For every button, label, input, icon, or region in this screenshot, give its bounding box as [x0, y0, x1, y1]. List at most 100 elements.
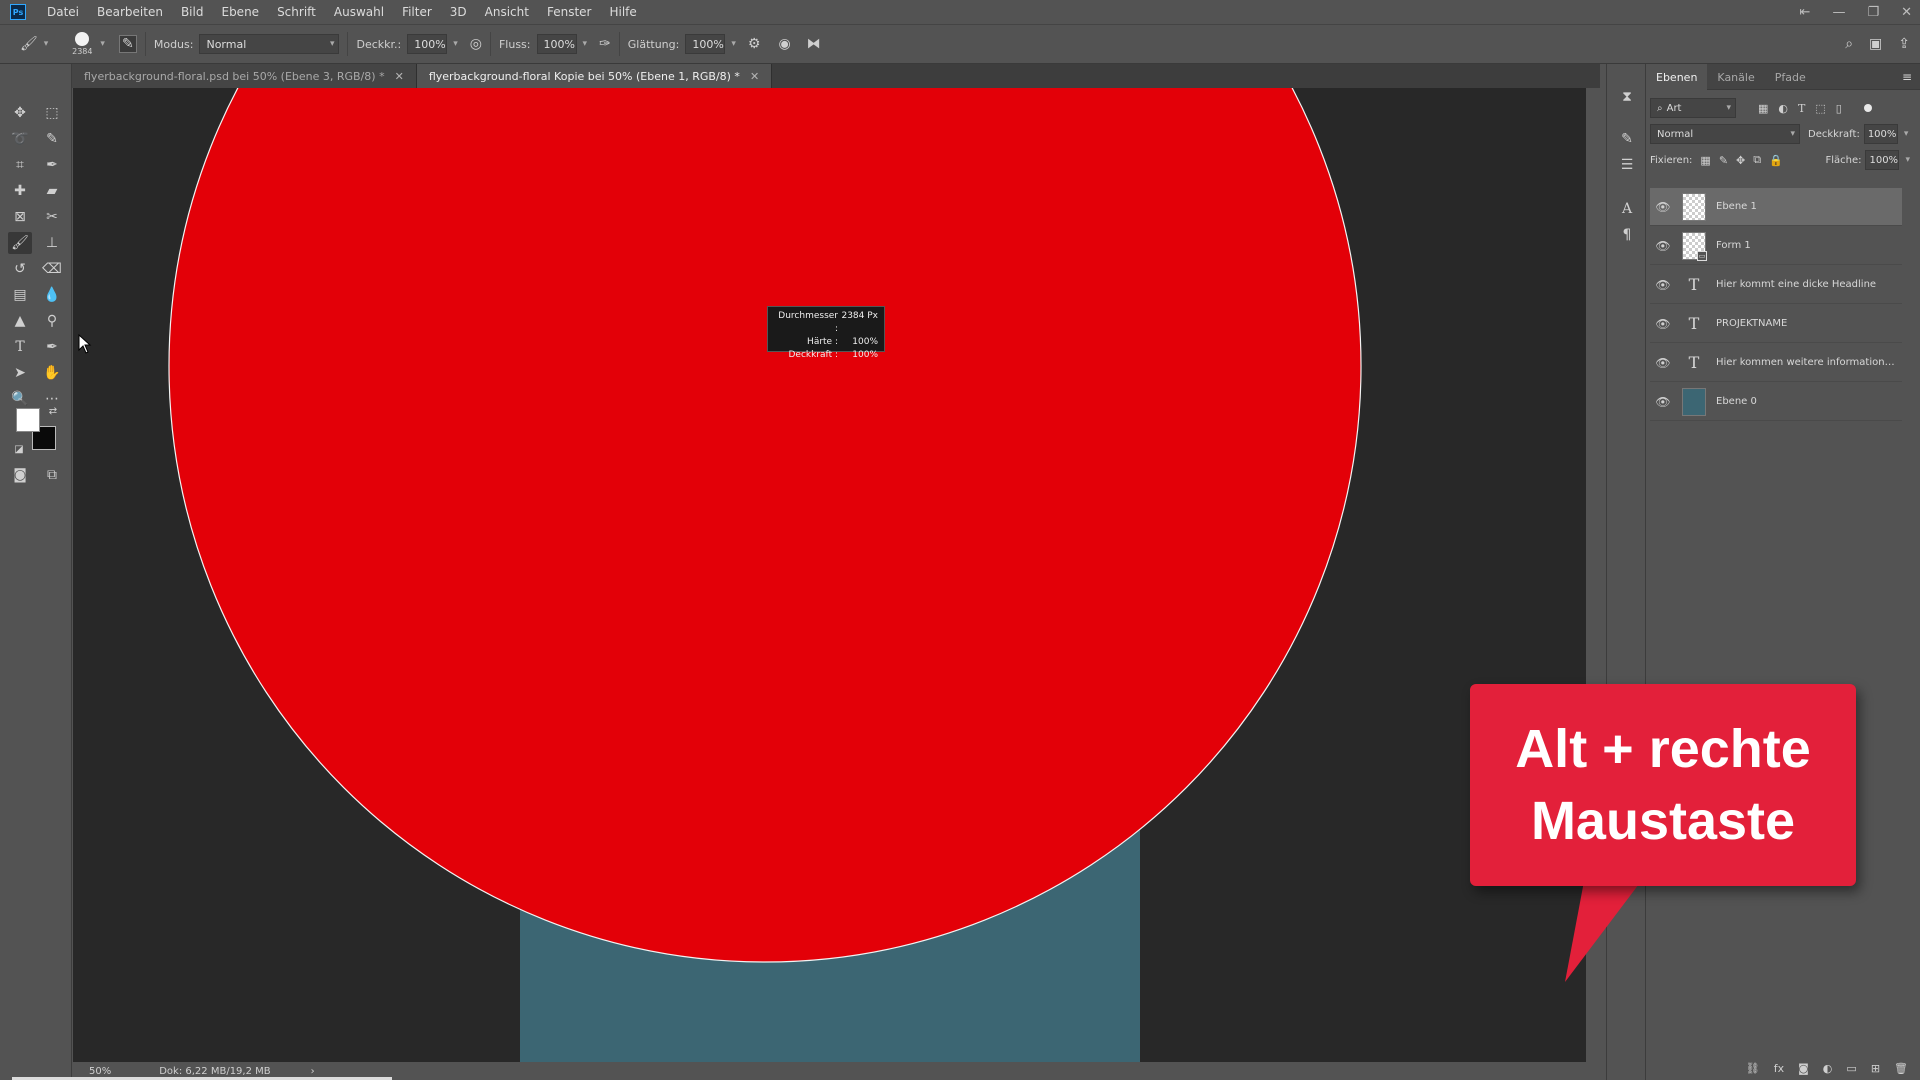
add-mask-icon[interactable]: ◙ [1798, 1062, 1809, 1075]
eye-icon[interactable]: 👁 [1650, 239, 1676, 253]
chevron-right-icon[interactable]: › [311, 1066, 315, 1077]
tab-pfade[interactable]: Pfade [1765, 64, 1816, 90]
move-tool-icon[interactable]: ✥ [8, 102, 32, 124]
lock-position-icon[interactable]: ✥ [1736, 154, 1745, 167]
filter-smart-object-icon[interactable]: ▯ [1836, 102, 1842, 115]
menu-3d[interactable]: 3D [441, 5, 476, 19]
screen-mode-icon[interactable]: ⧉ [40, 464, 64, 486]
deckkr-input[interactable]: 100% [407, 34, 448, 54]
filter-shape-icon[interactable]: ⬚ [1815, 102, 1825, 115]
layer-ebene-1[interactable]: 👁 Ebene 1 [1650, 188, 1902, 226]
menu-schrift[interactable]: Schrift [268, 5, 325, 19]
history-brush-tool-icon[interactable]: ↺ [8, 258, 32, 280]
trash-icon[interactable]: 🗑 [1894, 1062, 1908, 1075]
menu-fenster[interactable]: Fenster [538, 5, 601, 19]
fill-input[interactable]: 100% [1865, 150, 1900, 170]
modus-select[interactable]: Normal ▾ [199, 34, 340, 54]
lasso-tool-icon[interactable]: ➰ [8, 128, 32, 150]
hand-tool-icon[interactable]: ✋ [40, 362, 64, 384]
quick-mask-icon[interactable]: ◙ [8, 464, 32, 486]
adjustments-icon[interactable]: ☰ [1615, 154, 1639, 176]
menu-ebene[interactable]: Ebene [212, 5, 268, 19]
path-selection-tool-icon[interactable]: ➤ [8, 362, 32, 384]
pressure-opacity-icon[interactable]: ◎ [470, 36, 482, 52]
eyedropper-tool-icon[interactable]: ✒ [40, 154, 64, 176]
zoom-tool-icon[interactable]: 🔍 [8, 388, 32, 410]
healing-brush-tool-icon[interactable]: ✚ [8, 180, 32, 202]
pen-tool-icon[interactable]: ✒ [40, 336, 64, 358]
brush-panel-icon[interactable]: ✎ [118, 35, 137, 53]
layer-ebene-0[interactable]: 👁 Ebene 0 [1650, 383, 1902, 421]
quick-selection-tool-icon[interactable]: ✎ [40, 128, 64, 150]
brush-settings-icon[interactable]: ✎ [1615, 128, 1639, 150]
link-layers-icon[interactable]: ⛓ [1746, 1062, 1760, 1075]
eye-icon[interactable]: 👁 [1650, 395, 1676, 409]
tab-ebenen[interactable]: Ebenen [1646, 64, 1708, 90]
chevron-down-icon[interactable]: ▾ [453, 39, 458, 49]
zoom-level[interactable]: 50% [89, 1066, 111, 1077]
layer-style-icon[interactable]: fx [1774, 1062, 1784, 1075]
eye-icon[interactable]: 👁 [1650, 200, 1676, 214]
menu-bild[interactable]: Bild [172, 5, 213, 19]
dodge-tool-icon[interactable]: ⚲ [40, 310, 64, 332]
swap-colors-icon[interactable]: ⇄ [46, 404, 60, 418]
close-icon[interactable]: ✕ [1901, 5, 1912, 20]
frame-tool-icon[interactable]: ⊠ [8, 206, 32, 228]
opacity-input[interactable]: 100% [1863, 124, 1898, 144]
blend-mode-select[interactable]: Normal ▾ [1650, 124, 1800, 144]
brush-preset-picker[interactable]: 2384 [70, 32, 94, 56]
arrange-icon[interactable]: ⇤ [1800, 5, 1811, 20]
symmetry-icon[interactable]: ⧓ [807, 36, 821, 52]
content-aware-move-icon[interactable]: ✂ [40, 206, 64, 228]
gradient-tool-icon[interactable]: ▤ [8, 284, 32, 306]
eye-icon[interactable]: 👁 [1650, 278, 1676, 292]
layer-informationen[interactable]: 👁 T Hier kommen weitere informatione... [1650, 344, 1902, 382]
fluss-input[interactable]: 100% [536, 34, 577, 54]
type-tool-icon[interactable]: T [8, 336, 32, 358]
adjustment-layer-icon[interactable]: ◐ [1823, 1062, 1833, 1075]
layer-projektname[interactable]: 👁 T PROJEKTNAME [1650, 305, 1902, 343]
restore-icon[interactable]: ❐ [1867, 5, 1879, 20]
layer-form-1[interactable]: 👁 ▭ Form 1 [1650, 227, 1902, 265]
chevron-down-icon[interactable]: ▾ [1904, 129, 1909, 139]
filter-pixel-icon[interactable]: ▦ [1758, 102, 1768, 115]
filter-type-icon[interactable]: T [1798, 102, 1805, 115]
history-panel-icon[interactable]: ⧗ [1615, 86, 1639, 108]
chevron-down-icon[interactable]: ▾ [100, 39, 105, 49]
gear-icon[interactable]: ⚙ [748, 36, 761, 52]
lock-transparency-icon[interactable]: ▦ [1700, 154, 1710, 167]
brush-tool-icon[interactable]: 🖌 [20, 36, 38, 52]
chevron-down-icon[interactable]: ▾ [1905, 155, 1910, 165]
lock-all-icon[interactable]: 🔒 [1769, 154, 1783, 167]
tab-document-2[interactable]: flyerbackground-floral Kopie bei 50% (Eb… [416, 64, 773, 88]
foreground-color-swatch-front[interactable] [16, 408, 40, 432]
airbrush-icon[interactable]: ✑ [599, 36, 611, 52]
chevron-down-icon[interactable]: ▾ [583, 39, 588, 49]
marquee-tool-icon[interactable]: ⬚ [40, 102, 64, 124]
character-panel-icon[interactable]: A [1615, 198, 1639, 220]
lock-artboard-icon[interactable]: ⧉ [1753, 153, 1761, 167]
paragraph-panel-icon[interactable]: ¶ [1615, 224, 1639, 246]
lock-pixels-icon[interactable]: ✎ [1719, 154, 1728, 167]
menu-datei[interactable]: Datei [38, 5, 88, 19]
workspace-icon[interactable]: ▣ [1869, 36, 1882, 52]
blur-tool-icon[interactable]: 💧 [40, 284, 64, 306]
tab-kanaele[interactable]: Kanäle [1707, 64, 1764, 90]
default-colors-icon[interactable]: ◪ [12, 442, 26, 456]
eye-icon[interactable]: 👁 [1650, 356, 1676, 370]
eraser-tool-icon[interactable]: ⌫ [40, 258, 64, 280]
filter-adjustment-icon[interactable]: ◐ [1778, 102, 1788, 115]
close-icon[interactable]: ✕ [395, 70, 404, 83]
crop-tool-icon[interactable]: ⌗ [8, 154, 32, 176]
menu-auswahl[interactable]: Auswahl [325, 5, 393, 19]
layer-headline[interactable]: 👁 T Hier kommt eine dicke Headline [1650, 266, 1902, 304]
new-layer-icon[interactable]: ⊞ [1871, 1062, 1880, 1075]
menu-hilfe[interactable]: Hilfe [600, 5, 645, 19]
bandage-tool-icon[interactable]: ▰ [40, 180, 64, 202]
menu-ansicht[interactable]: Ansicht [476, 5, 538, 19]
minimize-icon[interactable]: — [1832, 5, 1845, 20]
panel-menu-icon[interactable]: ≡ [1902, 70, 1912, 84]
pressure-size-icon[interactable]: ◉ [778, 36, 790, 52]
filter-toggle-icon[interactable] [1863, 104, 1872, 112]
sharpen-tool-icon[interactable]: ▲ [8, 310, 32, 332]
